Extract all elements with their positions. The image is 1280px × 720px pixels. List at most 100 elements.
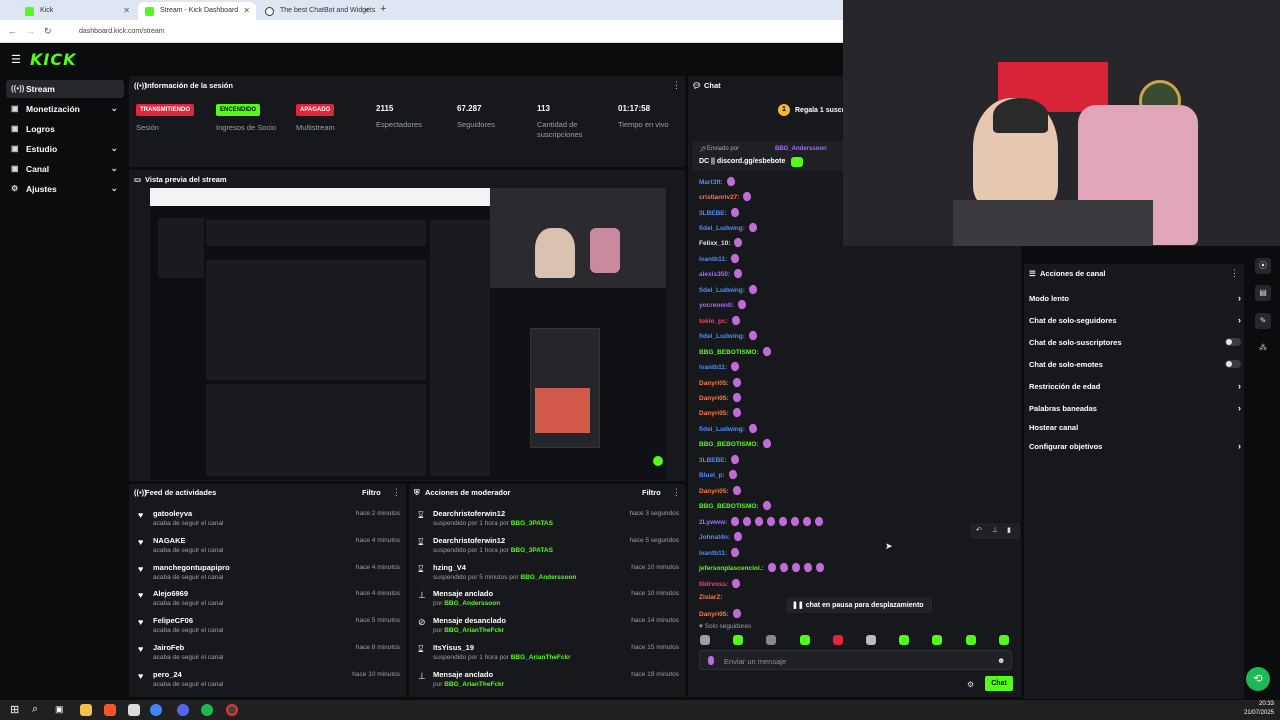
floating-chat-icon[interactable]: ⟲: [1246, 667, 1270, 691]
delete-icon[interactable]: ▮: [1007, 526, 1011, 534]
emote-icon[interactable]: [932, 635, 943, 645]
more-options-icon[interactable]: ⋮: [1230, 268, 1239, 279]
chat-username[interactable]: BBG_BEBOTISMO:: [699, 349, 759, 356]
chat-message[interactable]: Danyri05:: [699, 391, 742, 405]
close-icon[interactable]: ✕: [123, 6, 130, 15]
chrome-icon[interactable]: [150, 704, 162, 716]
chat-username[interactable]: ivantb11:: [699, 364, 727, 371]
url-field[interactable]: dashboard.kick.com/stream: [72, 24, 832, 39]
emote-icon[interactable]: [866, 635, 876, 645]
chat-username[interactable]: alexis350:: [699, 271, 730, 278]
channel-action-6[interactable]: Hostear canal: [1029, 423, 1241, 437]
chat-paused-notice[interactable]: ❚❚ chat en pausa para desplazamiento: [786, 597, 932, 613]
emote-icon[interactable]: [733, 635, 744, 645]
chat-message[interactable]: 2Lywww:: [699, 515, 825, 529]
obs-icon[interactable]: [226, 704, 238, 716]
emote-icon[interactable]: [832, 635, 843, 645]
emote-icon[interactable]: [766, 635, 777, 645]
list-item[interactable]: ♥ pero_24 acaba de seguir el canal hace 10 …: [138, 670, 400, 696]
channel-action-7[interactable]: Configurar objetivos ›: [1029, 441, 1241, 456]
list-item[interactable]: ♥ manchegontupapipro acaba de seguir el ca…: [138, 563, 400, 589]
chat-message[interactable]: Felixx_10:: [699, 236, 744, 250]
activity-filter-button[interactable]: Filtro: [362, 488, 381, 497]
chat-username[interactable]: yocreoenti:: [699, 302, 734, 309]
chat-message[interactable]: yocreoenti:: [699, 298, 748, 312]
wrench-icon[interactable]: ✎: [1255, 313, 1271, 329]
chat-message[interactable]: Danyri05:: [699, 406, 742, 420]
chat-message[interactable]: 3LBEBE:: [699, 206, 741, 220]
close-icon[interactable]: ✕: [363, 6, 370, 15]
search-icon[interactable]: ⌕: [32, 703, 38, 716]
chat-message[interactable]: BBG_BEBOTISMO:: [699, 499, 772, 513]
list-item[interactable]: ⊥ Mensaje anclado por BBG_Anderssoon hace 1…: [418, 589, 679, 615]
emote-icon[interactable]: [998, 635, 1009, 645]
chat-username[interactable]: Danyri05:: [699, 380, 729, 387]
hamburger-menu-icon[interactable]: ☰: [11, 53, 21, 66]
brave-browser-icon[interactable]: [104, 704, 116, 716]
chat-username[interactable]: Bluel_p:: [699, 472, 725, 479]
reply-icon[interactable]: ↶: [976, 526, 982, 534]
list-item[interactable]: ⊘ Mensaje desanclado por BBG_ArianTheFckr h…: [418, 616, 679, 642]
browser-tab-chatbot[interactable]: The best ChatBot and Widgets ✕: [258, 2, 376, 20]
chat-message[interactable]: jefersonplascenciol.:: [699, 561, 825, 575]
chat-username[interactable]: Danyri05:: [699, 395, 729, 402]
chat-username[interactable]: fidel_Ludwing:: [699, 426, 745, 433]
chat-username[interactable]: fidel_Ludwing:: [699, 225, 745, 232]
chat-message[interactable]: ZislarZ:: [699, 594, 722, 606]
chat-settings-gear-icon[interactable]: ⚙: [967, 680, 974, 689]
gift-sub-banner[interactable]: Regala 1 suscri: [795, 107, 846, 114]
chat-username[interactable]: BBG_BEBOTISMO:: [699, 441, 759, 448]
send-chat-button[interactable]: Chat: [985, 676, 1013, 691]
emote-icon[interactable]: [965, 635, 976, 645]
chat-username[interactable]: Johnat4n:: [699, 534, 730, 541]
chat-message[interactable]: cristianriv27:: [699, 190, 753, 204]
chat-username[interactable]: ZislarZ:: [699, 594, 722, 601]
emote-icon[interactable]: [899, 635, 910, 645]
forward-icon[interactable]: →: [26, 26, 35, 36]
apps-icon[interactable]: ⁂: [1259, 343, 1267, 352]
discord-icon[interactable]: [177, 704, 189, 716]
moderator-filter-button[interactable]: Filtro: [642, 488, 661, 497]
list-item[interactable]: ♥ Alejo6969 acaba de seguir el canal hace 4…: [138, 589, 400, 615]
chat-message[interactable]: fidel_Ludwing:: [699, 221, 759, 235]
chat-username[interactable]: Danyri05:: [699, 611, 729, 618]
chat-username[interactable]: BBG_BEBOTISMO:: [699, 503, 759, 510]
pin-icon[interactable]: ⊥: [992, 526, 998, 534]
chat-username[interactable]: Danyri05:: [699, 410, 729, 417]
list-item[interactable]: ⌛︎ Dearchristoferwin12 suspendido por 1 ho…: [418, 509, 679, 535]
chat-message[interactable]: BBG_BEBOTISMO:: [699, 437, 772, 451]
file-explorer-icon[interactable]: [80, 704, 92, 716]
chat-message[interactable]: fidel_Ludwing:: [699, 422, 759, 436]
windows-start-icon[interactable]: ⊞: [10, 703, 19, 716]
chat-username[interactable]: tokio_pc:: [699, 318, 728, 325]
list-item[interactable]: ⌛︎ ItsYisus_19 suspendido por 1 hora por B…: [418, 643, 679, 669]
more-options-icon[interactable]: ⋮: [392, 487, 401, 498]
stream-tool-icon[interactable]: ⦿: [1255, 258, 1271, 274]
list-item[interactable]: ⌛︎ hzing_V4 suspendido por 5 minutos por B…: [418, 563, 679, 589]
chat-message[interactable]: fidel_Ludwing:: [699, 283, 759, 297]
chat-message[interactable]: tlidrvoss:: [699, 577, 742, 591]
list-item[interactable]: ♥ NAGAKE acaba de seguir el canal hace 4 mi…: [138, 536, 400, 562]
chat-input-field[interactable]: Enviar un mensaje ☻: [699, 650, 1012, 670]
list-item[interactable]: ♥ gatooleyva acaba de seguir el canal hace …: [138, 509, 400, 535]
emote-icon[interactable]: [799, 635, 810, 645]
back-icon[interactable]: ←: [8, 26, 17, 36]
chat-message[interactable]: Danyri05:: [699, 376, 742, 390]
chat-message[interactable]: 3LBEBE:: [699, 453, 741, 467]
chat-message[interactable]: Mart3ft:: [699, 175, 737, 189]
chat-username[interactable]: fidel_Ludwing:: [699, 287, 745, 294]
chat-username[interactable]: 2Lywww:: [699, 519, 727, 526]
chat-username[interactable]: jefersonplascenciol.:: [699, 565, 764, 572]
chat-username[interactable]: Mart3ft:: [699, 179, 723, 186]
toggle-switch[interactable]: [1225, 338, 1241, 346]
sidebar-item-stream[interactable]: ((•)) Stream: [6, 80, 124, 98]
chat-message[interactable]: BBG_BEBOTISMO:: [699, 345, 772, 359]
list-item[interactable]: ⊥ Mensaje anclado por BBG_ArianTheFckr hace…: [418, 670, 679, 696]
chat-username[interactable]: 3LBEBE:: [699, 457, 727, 464]
new-tab-icon[interactable]: +: [380, 3, 386, 15]
chat-message[interactable]: ivantb11:: [699, 252, 741, 266]
kick-logo[interactable]: KICK: [30, 50, 77, 69]
channel-action-3[interactable]: Chat de solo-emotes: [1029, 360, 1241, 374]
sidebar-item-monetizacion[interactable]: ▣ Monetización ⌄: [6, 100, 124, 118]
chat-username[interactable]: cristianriv27:: [699, 194, 739, 201]
